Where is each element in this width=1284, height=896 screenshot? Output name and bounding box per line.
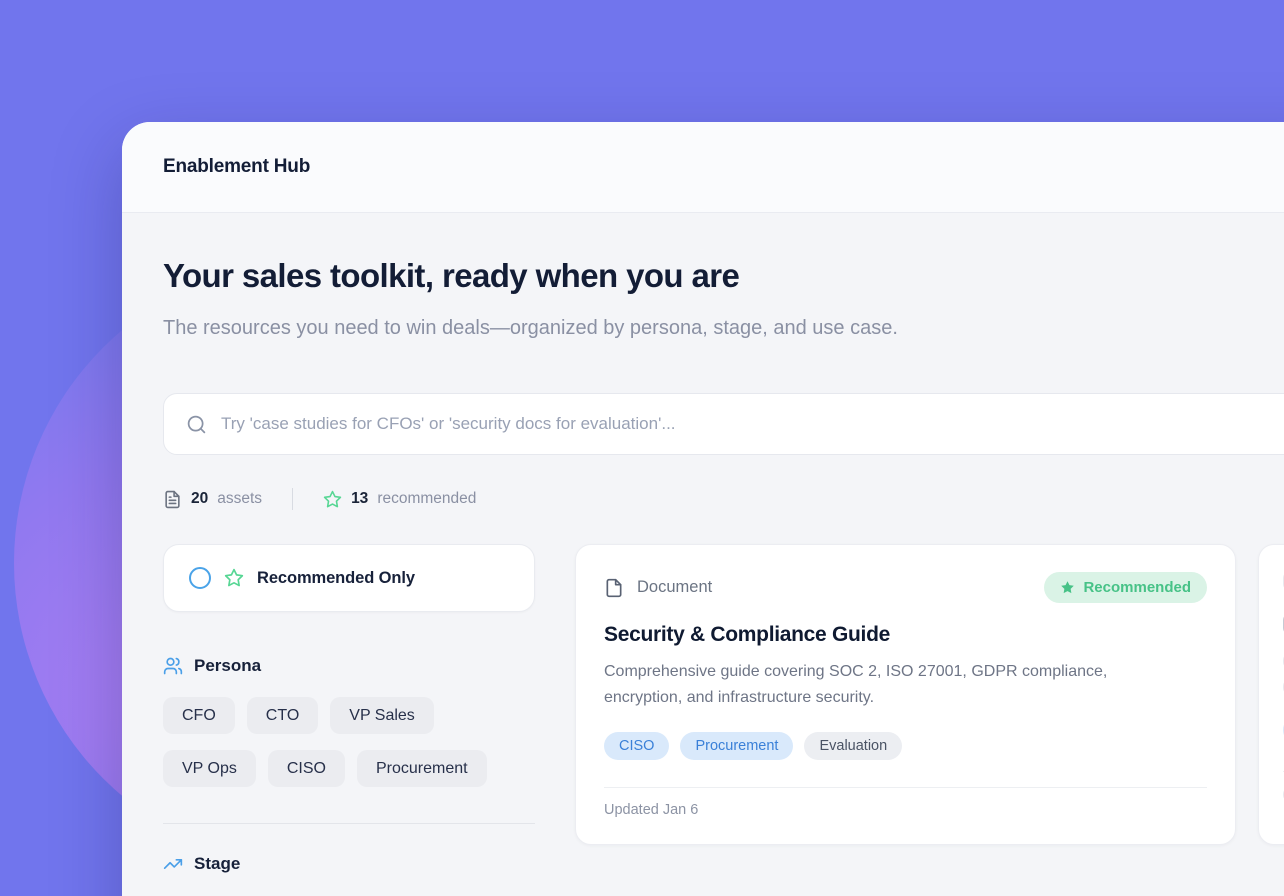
persona-chip-vp-sales[interactable]: VP Sales bbox=[330, 697, 434, 734]
panel-body: Your sales toolkit, ready when you are T… bbox=[122, 213, 1284, 874]
filters-sidebar: Recommended Only Persona CFO CTO VP Sale… bbox=[163, 544, 535, 874]
recommended-only-label: Recommended Only bbox=[257, 569, 415, 588]
assets-count: 20 bbox=[191, 490, 208, 508]
file-text-icon bbox=[163, 490, 182, 509]
card-tags: CISO Procurement Evaluation bbox=[604, 732, 1207, 760]
app-panel: Enablement Hub Your sales toolkit, ready… bbox=[122, 122, 1284, 896]
persona-section-label: Persona bbox=[194, 656, 261, 676]
star-icon bbox=[323, 490, 342, 509]
assets-stat: 20 assets bbox=[163, 490, 262, 509]
persona-section-header: Persona bbox=[163, 656, 535, 676]
card-title: Security & Compliance Guide bbox=[604, 623, 1207, 647]
recommended-stat: 13 recommended bbox=[323, 490, 476, 509]
search-bar[interactable] bbox=[163, 393, 1284, 455]
star-icon bbox=[1060, 580, 1075, 595]
persona-chip-cto[interactable]: CTO bbox=[247, 697, 318, 734]
page-subtitle: The resources you need to win deals—orga… bbox=[163, 311, 918, 345]
persona-chip-procurement[interactable]: Procurement bbox=[357, 750, 487, 787]
persona-chip-cfo[interactable]: CFO bbox=[163, 697, 235, 734]
cards-row: Document Recommended Security & Complian… bbox=[575, 544, 1284, 845]
card-footer-divider bbox=[604, 787, 1207, 788]
recommended-badge: Recommended bbox=[1044, 572, 1207, 603]
stage-section-label: Stage bbox=[194, 854, 240, 874]
tag-evaluation: Evaluation bbox=[804, 732, 902, 760]
card-updated: Updated Jan 6 bbox=[604, 802, 1207, 818]
stats-row: 20 assets 13 recommended bbox=[163, 488, 1284, 510]
radio-circle-icon[interactable] bbox=[189, 567, 211, 589]
app-title: Enablement Hub bbox=[163, 156, 310, 178]
persona-chips: CFO CTO VP Sales VP Ops CISO Procurement bbox=[163, 697, 535, 787]
tag-ciso: CISO bbox=[604, 732, 669, 760]
asset-card-partial[interactable] bbox=[1258, 544, 1284, 845]
search-icon bbox=[186, 414, 207, 435]
assets-label: assets bbox=[217, 490, 262, 508]
star-icon bbox=[224, 568, 244, 588]
card-top: Document Recommended bbox=[604, 572, 1207, 603]
persona-chip-ciso[interactable]: CISO bbox=[268, 750, 345, 787]
tag-procurement: Procurement bbox=[680, 732, 793, 760]
recommended-label: recommended bbox=[377, 490, 476, 508]
search-input[interactable] bbox=[221, 414, 1284, 434]
recommended-badge-label: Recommended bbox=[1083, 579, 1191, 596]
page: Enablement Hub Your sales toolkit, ready… bbox=[0, 0, 1284, 896]
stats-divider bbox=[292, 488, 293, 510]
recommended-only-toggle[interactable]: Recommended Only bbox=[163, 544, 535, 612]
file-icon bbox=[604, 578, 624, 598]
recommended-count: 13 bbox=[351, 490, 368, 508]
card-type: Document bbox=[604, 578, 712, 598]
asset-card[interactable]: Document Recommended Security & Complian… bbox=[575, 544, 1236, 845]
users-icon bbox=[163, 656, 183, 676]
stage-section-header: Stage bbox=[163, 854, 535, 874]
card-type-label: Document bbox=[637, 578, 712, 597]
trending-up-icon bbox=[163, 854, 183, 874]
main-grid: Recommended Only Persona CFO CTO VP Sale… bbox=[163, 544, 1284, 874]
panel-header: Enablement Hub bbox=[122, 122, 1284, 213]
page-title: Your sales toolkit, ready when you are bbox=[163, 257, 1284, 295]
card-description: Comprehensive guide covering SOC 2, ISO … bbox=[604, 659, 1119, 711]
persona-chip-vp-ops[interactable]: VP Ops bbox=[163, 750, 256, 787]
sidebar-divider bbox=[163, 823, 535, 824]
